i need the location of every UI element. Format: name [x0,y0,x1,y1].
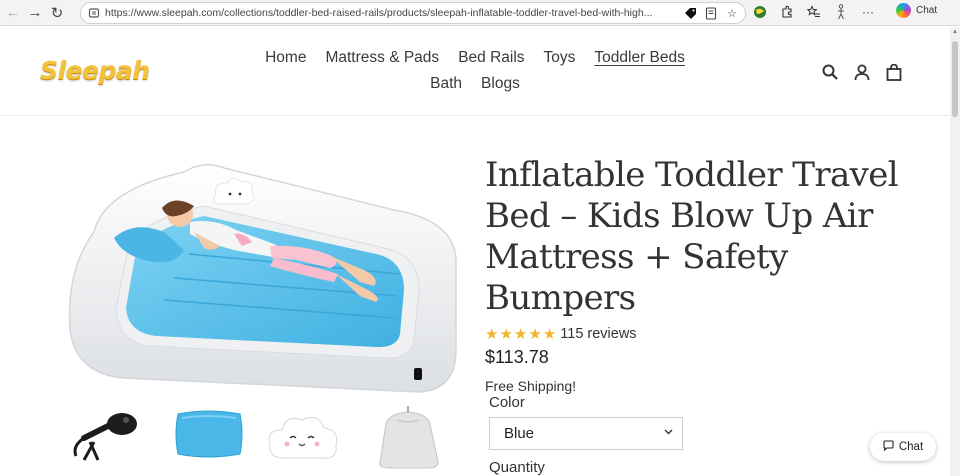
browser-toolbar: ← → ↻ https://www.sleepah.com/collection… [0,0,960,26]
address-bar[interactable]: https://www.sleepah.com/collections/todd… [80,2,746,24]
reload-icon[interactable]: ↻ [46,2,68,24]
color-select[interactable]: Blue [489,417,683,450]
star-icon: ★ [513,325,528,343]
favorites-list-icon[interactable] [806,3,822,21]
favorite-star-icon[interactable]: ☆ [725,6,739,20]
nav-bath[interactable]: Bath [430,75,462,93]
sleepah-logo[interactable]: Sleepah [40,56,150,85]
url-text: https://www.sleepah.com/collections/todd… [105,7,653,19]
figure-extension-icon[interactable] [833,3,849,21]
chat-widget-label: Chat [898,441,924,453]
main-navigation: Home Mattress & Pads Bed Rails Toys Todd… [240,45,710,97]
shipping-note: Free Shipping! [485,378,577,394]
color-select-value: Blue [504,425,535,442]
thumbnail-air-pump[interactable] [64,404,144,474]
product-info: Inflatable Toddler Travel Bed – Kids Blo… [485,155,940,394]
thumbnail-storage-bag[interactable] [368,404,448,474]
star-icon: ★ [499,325,513,343]
chat-bubble-icon [883,438,894,456]
product-title: Inflatable Toddler Travel Bed – Kids Blo… [485,155,899,318]
product-rating[interactable]: ★ ★ ★ ★ ★ 115 reviews [485,324,940,344]
review-count[interactable]: 115 reviews [560,326,636,342]
product-main-image[interactable] [64,150,464,405]
chevron-down-icon [664,427,673,438]
copilot-icon [896,3,911,18]
color-label: Color [489,394,525,411]
extension-globe-icon[interactable] [752,3,768,21]
search-icon[interactable] [821,63,839,81]
more-options-icon[interactable]: ··· [860,3,876,21]
back-arrow-icon[interactable]: ← [2,2,24,24]
reader-view-icon[interactable] [704,6,718,20]
nav-toys[interactable]: Toys [544,49,576,67]
star-icon: ★ [542,325,557,343]
forward-arrow-icon[interactable]: → [24,2,46,24]
nav-home[interactable]: Home [265,49,306,67]
chat-widget-button[interactable]: Chat [870,433,936,461]
page-scrollbar[interactable]: ▲ [950,27,960,476]
nav-blogs[interactable]: Blogs [481,75,520,93]
site-header: Sleepah Home Mattress & Pads Bed Rails T… [0,27,950,116]
nav-row-1: Home Mattress & Pads Bed Rails Toys Todd… [240,45,710,71]
star-icon: ★ [528,325,542,343]
cart-bag-icon[interactable] [885,63,903,81]
product-price: $113.78 [485,347,549,367]
product-thumbnails [64,404,464,476]
product-gallery [64,150,464,476]
copilot-chat-label: Chat [916,5,938,16]
tag-icon[interactable] [683,6,697,20]
rating-stars: ★ ★ ★ ★ ★ [485,327,556,342]
extensions-puzzle-icon[interactable] [779,3,795,21]
thumbnail-cloud-plush[interactable] [262,404,342,474]
thumbnail-blue-pillow[interactable] [168,404,248,474]
quantity-label: Quantity [489,459,545,476]
nav-row-2: Bath Blogs [240,71,710,97]
scroll-up-arrow-icon[interactable]: ▲ [952,29,958,35]
scroll-thumb[interactable] [952,41,958,117]
star-icon: ★ [485,325,499,343]
nav-bed-rails[interactable]: Bed Rails [458,49,524,67]
nav-mattress-pads[interactable]: Mattress & Pads [325,49,439,67]
account-icon[interactable] [853,63,871,81]
copilot-chat-button[interactable]: Chat [896,3,937,18]
nav-toddler-beds[interactable]: Toddler Beds [594,49,684,67]
site-info-icon[interactable] [87,6,101,20]
